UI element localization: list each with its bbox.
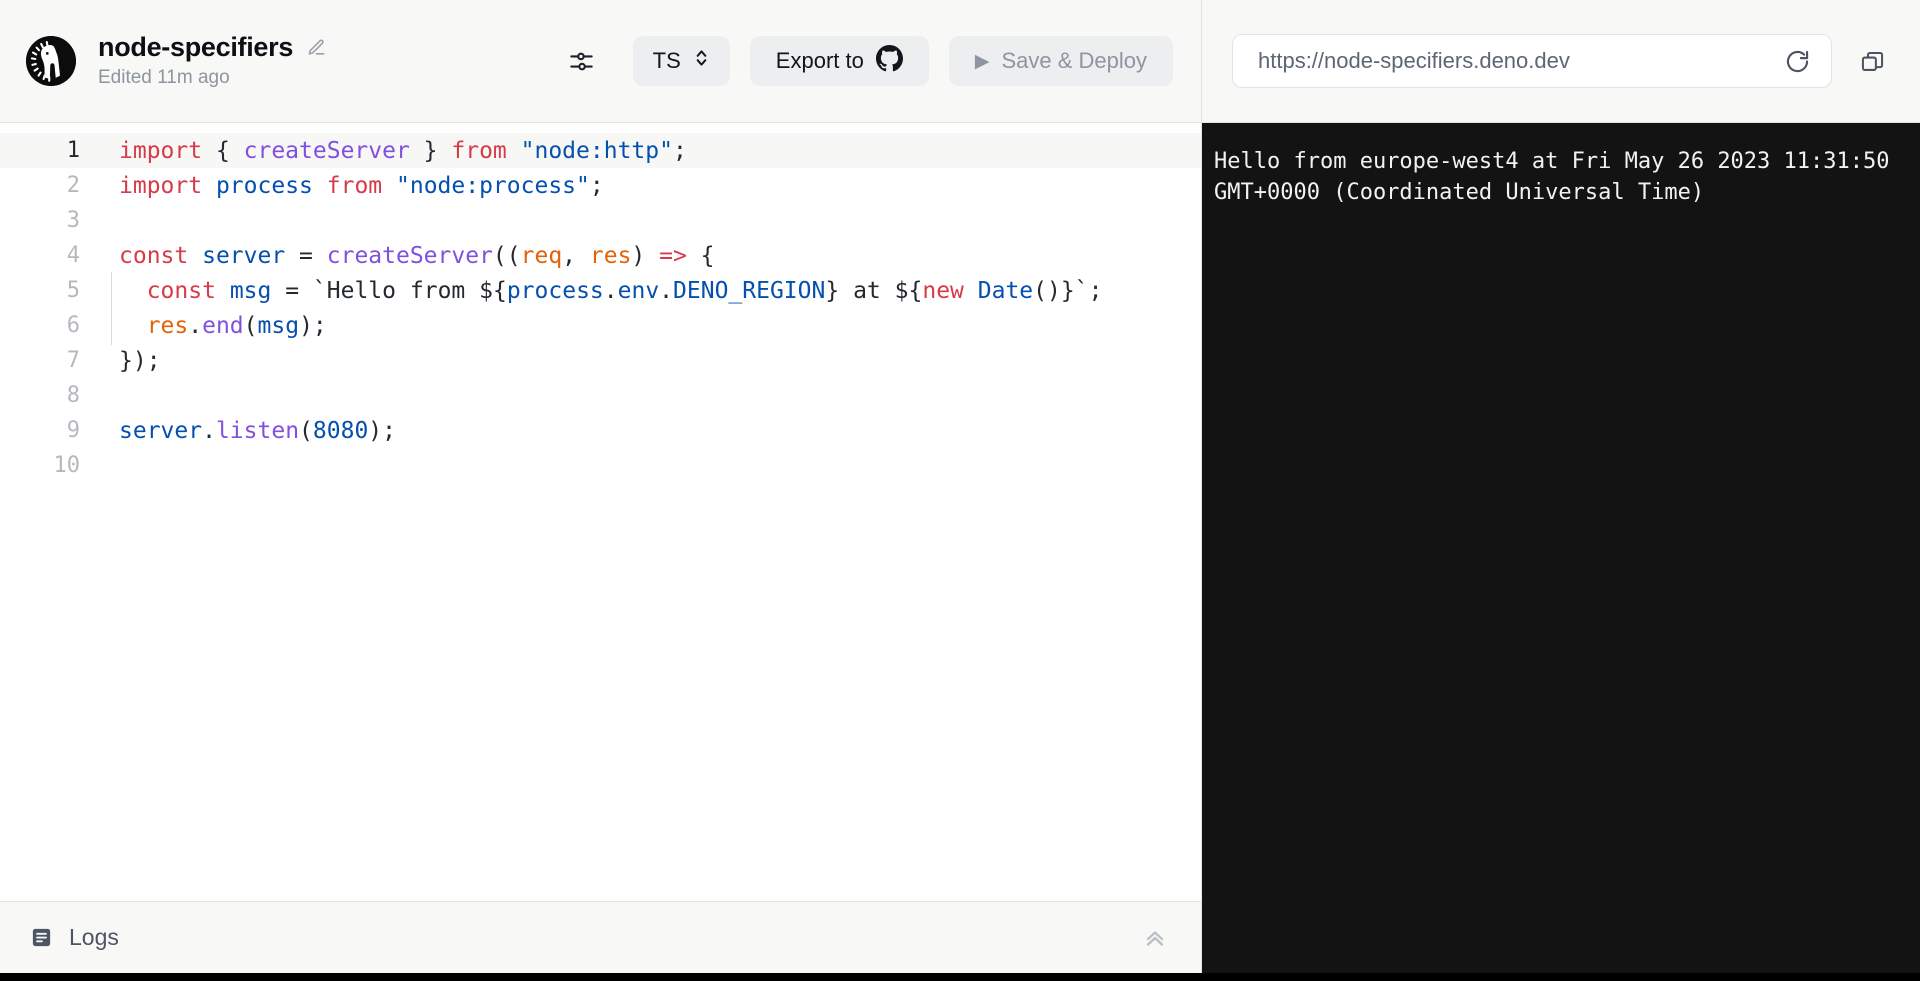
code-line[interactable]: 7}); [0, 343, 1201, 378]
bottom-strip [0, 973, 1920, 981]
play-triangle-icon: ▶ [975, 52, 990, 71]
preview-toolbar [1202, 0, 1920, 122]
line-number: 2 [0, 173, 80, 198]
save-deploy-label: Save & Deploy [1001, 48, 1147, 74]
code-line[interactable]: 8 [0, 378, 1201, 413]
code-line[interactable]: 4const server = createServer((req, res) … [0, 238, 1201, 273]
project-info: node-specifiers Edited 11m ago [98, 33, 326, 88]
code-line[interactable]: 6 res.end(msg); [0, 308, 1201, 343]
language-label: TS [653, 48, 681, 74]
logs-label: Logs [69, 924, 119, 951]
line-number: 9 [0, 418, 80, 443]
double-chevron-up-icon[interactable] [1135, 918, 1175, 958]
export-to-github-button[interactable]: Export to [750, 36, 929, 86]
url-bar[interactable] [1232, 34, 1832, 88]
line-number: 10 [0, 453, 80, 478]
edit-pencil-icon[interactable] [307, 38, 326, 57]
preview-pane: Hello from europe-west4 at Fri May 26 20… [1202, 123, 1920, 973]
line-number: 7 [0, 348, 80, 373]
top-bar: node-specifiers Edited 11m ago [0, 0, 1920, 123]
url-input[interactable] [1258, 48, 1777, 74]
deno-dinosaur-logo [26, 36, 76, 86]
editor-toolbar: node-specifiers Edited 11m ago [0, 0, 1202, 122]
save-and-deploy-button[interactable]: ▶ Save & Deploy [949, 36, 1173, 86]
line-number: 6 [0, 313, 80, 338]
sliders-settings-icon[interactable] [561, 40, 603, 82]
language-selector[interactable]: TS [633, 36, 730, 86]
code-line[interactable]: 2import process from "node:process"; [0, 168, 1201, 203]
line-number: 4 [0, 243, 80, 268]
logs-document-icon [30, 926, 53, 949]
logs-bar: Logs [0, 901, 1201, 973]
line-number: 1 [0, 138, 80, 163]
code-text: const server = createServer((req, res) =… [80, 243, 715, 269]
code-text: server.listen(8080); [80, 418, 396, 444]
line-number: 8 [0, 383, 80, 408]
code-text: }); [80, 348, 161, 374]
code-line[interactable]: 1import { createServer } from "node:http… [0, 133, 1201, 168]
export-label: Export to [776, 48, 864, 74]
code-text: import { createServer } from "node:http"… [80, 138, 687, 164]
deno-deploy-playground: node-specifiers Edited 11m ago [0, 0, 1920, 981]
github-icon [876, 45, 903, 78]
logs-toggle[interactable]: Logs [30, 924, 119, 951]
code-editor[interactable]: 1import { createServer } from "node:http… [0, 123, 1201, 901]
code-text: import process from "node:process"; [80, 173, 604, 199]
reload-refresh-icon[interactable] [1777, 41, 1817, 81]
code-editor-pane: 1import { createServer } from "node:http… [0, 123, 1202, 973]
page-title: node-specifiers [98, 33, 293, 61]
code-text: res.end(msg); [80, 313, 327, 339]
code-line[interactable]: 10 [0, 448, 1201, 483]
last-edited-label: Edited 11m ago [98, 68, 326, 89]
workspace: 1import { createServer } from "node:http… [0, 123, 1920, 973]
chevron-up-down-icon [693, 47, 710, 75]
line-number: 5 [0, 278, 80, 303]
code-line[interactable]: 5 const msg = `Hello from ${process.env.… [0, 273, 1201, 308]
preview-output-text: Hello from europe-west4 at Fri May 26 20… [1202, 123, 1920, 208]
code-line[interactable]: 3 [0, 203, 1201, 238]
open-in-new-window-icon[interactable] [1850, 39, 1894, 83]
code-line[interactable]: 9server.listen(8080); [0, 413, 1201, 448]
line-number: 3 [0, 208, 80, 233]
code-text: const msg = `Hello from ${process.env.DE… [80, 278, 1102, 304]
